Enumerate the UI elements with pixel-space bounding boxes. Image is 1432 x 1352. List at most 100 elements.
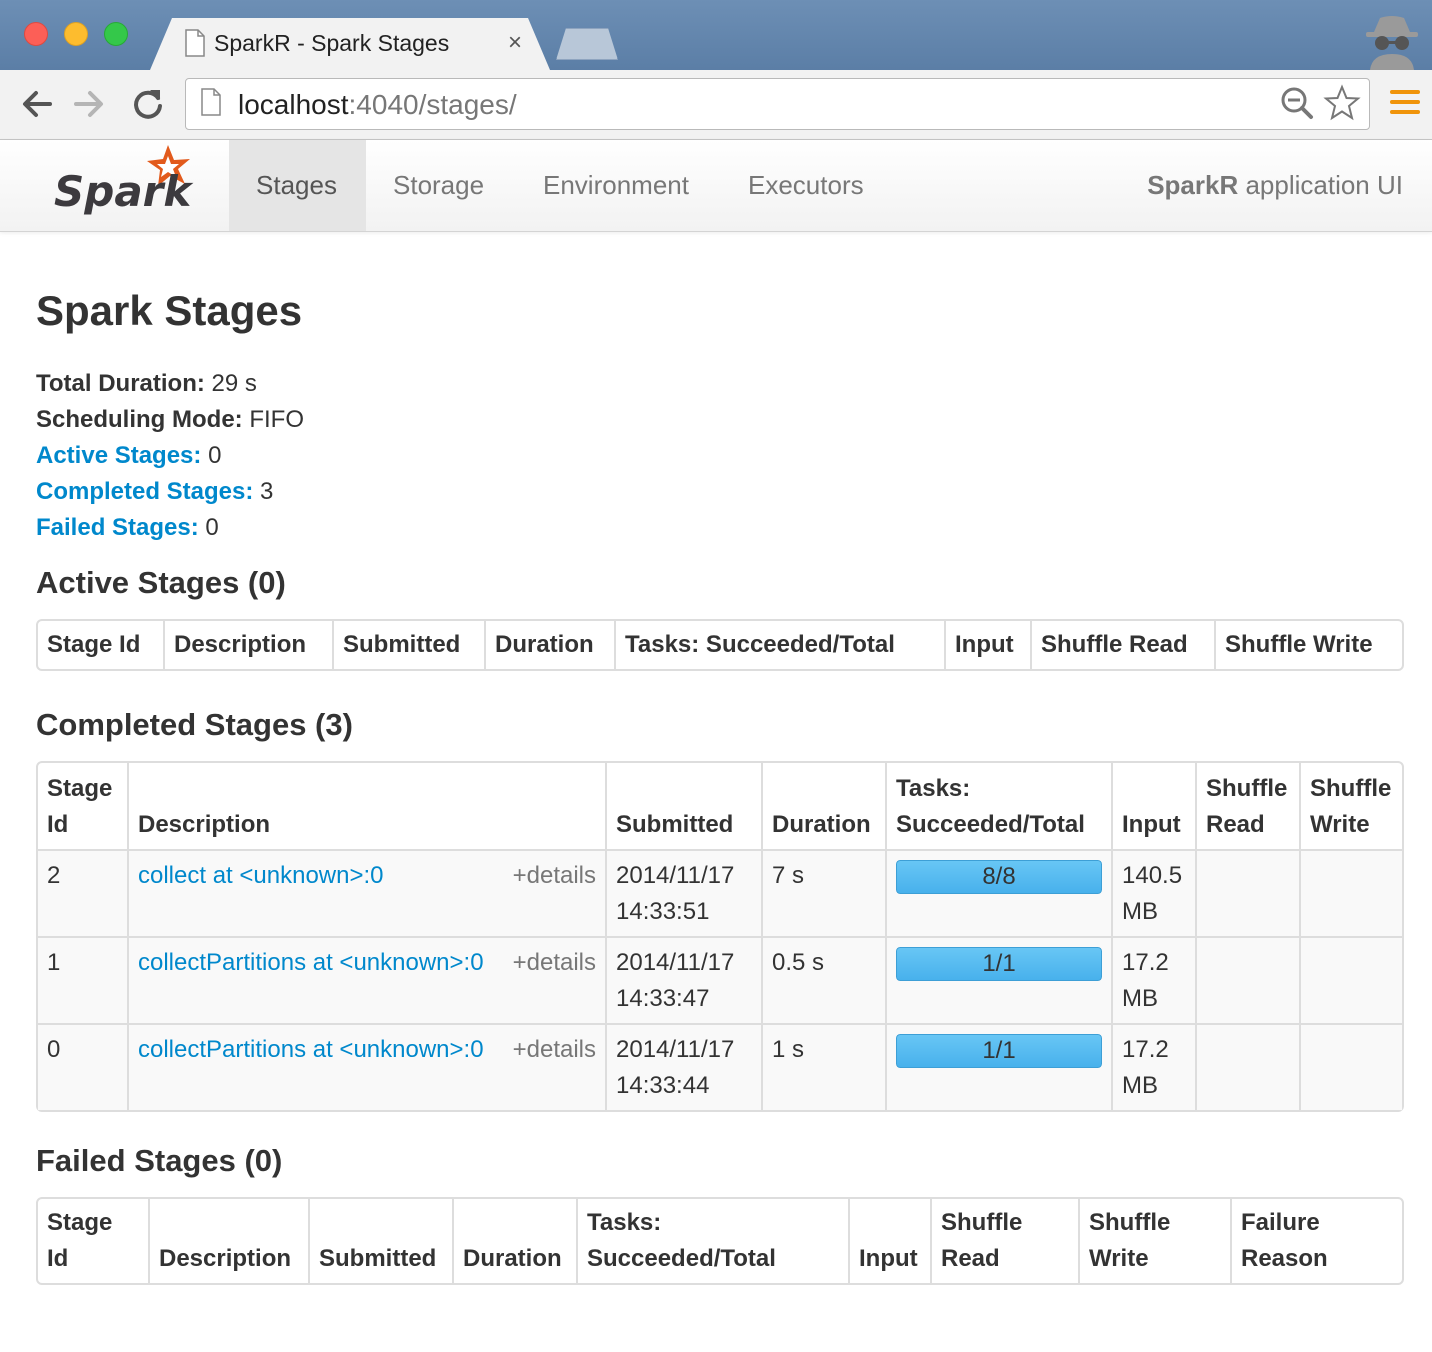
col-description[interactable]: Description [148,1199,308,1283]
page-icon [185,29,205,57]
zoom-window-button[interactable] [104,22,128,46]
stage-link[interactable]: collectPartitions at <unknown>:0 [138,949,484,976]
col-description[interactable]: Description [127,763,605,849]
failed-stages-link[interactable]: Failed Stages: [36,514,199,541]
shuffle-write-cell [1299,936,1402,1023]
tasks-progress-bar: 1/1 [896,1034,1102,1068]
col-description[interactable]: Description [163,621,332,669]
chrome-menu-icon[interactable] [1390,90,1420,118]
submitted-cell: 2014/11/17 14:33:44 [605,1023,761,1110]
scheduling-mode: Scheduling Mode: FIFO [36,406,304,433]
col-submitted[interactable]: Submitted [308,1199,452,1283]
page-title: Spark Stages [36,287,303,334]
stage-description: collectPartitions at <unknown>:0 +details [127,936,605,1023]
input-cell: 17.2 MB [1111,936,1195,1023]
col-submitted[interactable]: Submitted [605,763,761,849]
spark-logo[interactable]: Spark [48,142,198,222]
failed-stages-count: Failed Stages: 0 [36,514,219,541]
input-cell: 140.5 MB [1111,849,1195,936]
col-stage-id[interactable]: Stage Id [38,763,127,849]
shuffle-read-cell [1195,849,1299,936]
completed-stages-table: Stage Id Description Submitted Duration … [36,761,1404,1112]
tasks-cell: 8/8 [885,849,1111,936]
forward-arrow-icon[interactable] [72,86,108,122]
failed-stages-table: Stage Id Description Submitted Duration … [36,1197,1404,1285]
col-shuffle-read[interactable]: Shuffle Read [930,1199,1078,1283]
col-tasks[interactable]: Tasks: Succeeded/Total [576,1199,848,1283]
duration-cell: 1 s [761,1023,885,1110]
shuffle-read-cell [1195,1023,1299,1110]
stages-summary: Total Duration: 29 s Scheduling Mode: FI… [36,366,304,546]
col-stage-id[interactable]: Stage Id [38,621,163,669]
table-row: 1 collectPartitions at <unknown>:0 +detai… [38,936,1402,1023]
tab-close-icon[interactable]: × [508,29,522,57]
col-shuffle-write[interactable]: Shuffle Write [1078,1199,1230,1283]
nav-storage[interactable]: Storage [366,140,511,231]
completed-stages-heading: Completed Stages (3) [36,707,353,742]
active-stages-link[interactable]: Active Stages: [36,442,201,469]
total-duration: Total Duration: 29 s [36,370,257,397]
nav-environment[interactable]: Environment [516,140,716,231]
back-arrow-icon[interactable] [18,86,54,122]
submitted-cell: 2014/11/17 14:33:47 [605,936,761,1023]
stage-description: collectPartitions at <unknown>:0 +details [127,1023,605,1110]
col-input[interactable]: Input [944,621,1030,669]
stage-id: 0 [38,1023,127,1110]
reload-icon[interactable] [130,86,166,122]
col-tasks[interactable]: Tasks: Succeeded/Total [885,763,1111,849]
col-shuffle-read[interactable]: Shuffle Read [1030,621,1214,669]
new-tab-button[interactable] [556,28,618,60]
active-stages-count: Active Stages: 0 [36,442,222,469]
duration-cell: 0.5 s [761,936,885,1023]
failed-stages-heading: Failed Stages (0) [36,1143,283,1178]
active-stages-heading: Active Stages (0) [36,565,286,600]
duration-cell: 7 s [761,849,885,936]
url-text[interactable]: localhost:4040/stages/ [238,89,517,121]
col-tasks[interactable]: Tasks: Succeeded/Total [614,621,944,669]
completed-stages-count: Completed Stages: 3 [36,478,274,505]
zoom-out-icon[interactable] [1280,86,1314,120]
col-duration[interactable]: Duration [452,1199,576,1283]
incognito-icon [1366,16,1418,70]
stage-id: 2 [38,849,127,936]
tasks-progress-bar: 1/1 [896,947,1102,981]
tasks-cell: 1/1 [885,936,1111,1023]
details-toggle[interactable]: +details [513,1032,596,1068]
nav-stages[interactable]: Stages [229,140,366,231]
col-duration[interactable]: Duration [484,621,614,669]
col-input[interactable]: Input [848,1199,930,1283]
close-window-button[interactable] [24,22,48,46]
col-stage-id[interactable]: Stage Id [38,1199,148,1283]
table-row: 2 collect at <unknown>:0 +details 2014/11… [38,849,1402,936]
page-icon [201,88,221,116]
shuffle-write-cell [1299,1023,1402,1110]
input-cell: 17.2 MB [1111,1023,1195,1110]
minimize-window-button[interactable] [64,22,88,46]
bookmark-star-icon[interactable] [1323,84,1361,122]
col-shuffle-read[interactable]: Shuffle Read [1195,763,1299,849]
app-label: SparkR application UI [1147,170,1403,200]
nav-executors[interactable]: Executors [721,140,891,231]
shuffle-read-cell [1195,936,1299,1023]
active-stages-table: Stage Id Description Submitted Duration … [36,619,1404,671]
stage-description: collect at <unknown>:0 +details [127,849,605,936]
col-input[interactable]: Input [1111,763,1195,849]
col-submitted[interactable]: Submitted [332,621,484,669]
completed-stages-link[interactable]: Completed Stages: [36,478,253,505]
tasks-cell: 1/1 [885,1023,1111,1110]
details-toggle[interactable]: +details [513,858,596,894]
details-toggle[interactable]: +details [513,945,596,981]
table-row: 0 collectPartitions at <unknown>:0 +detai… [38,1023,1402,1110]
tab-title: SparkR - Spark Stages [214,30,450,56]
shuffle-write-cell [1299,849,1402,936]
svg-text:Spark: Spark [54,167,194,216]
col-failure-reason[interactable]: Failure Reason [1230,1199,1402,1283]
col-shuffle-write[interactable]: Shuffle Write [1299,763,1402,849]
col-shuffle-write[interactable]: Shuffle Write [1214,621,1402,669]
stage-link[interactable]: collect at <unknown>:0 [138,862,384,889]
col-duration[interactable]: Duration [761,763,885,849]
stage-link[interactable]: collectPartitions at <unknown>:0 [138,1036,484,1063]
submitted-cell: 2014/11/17 14:33:51 [605,849,761,936]
stage-id: 1 [38,936,127,1023]
tasks-progress-bar: 8/8 [896,860,1102,894]
